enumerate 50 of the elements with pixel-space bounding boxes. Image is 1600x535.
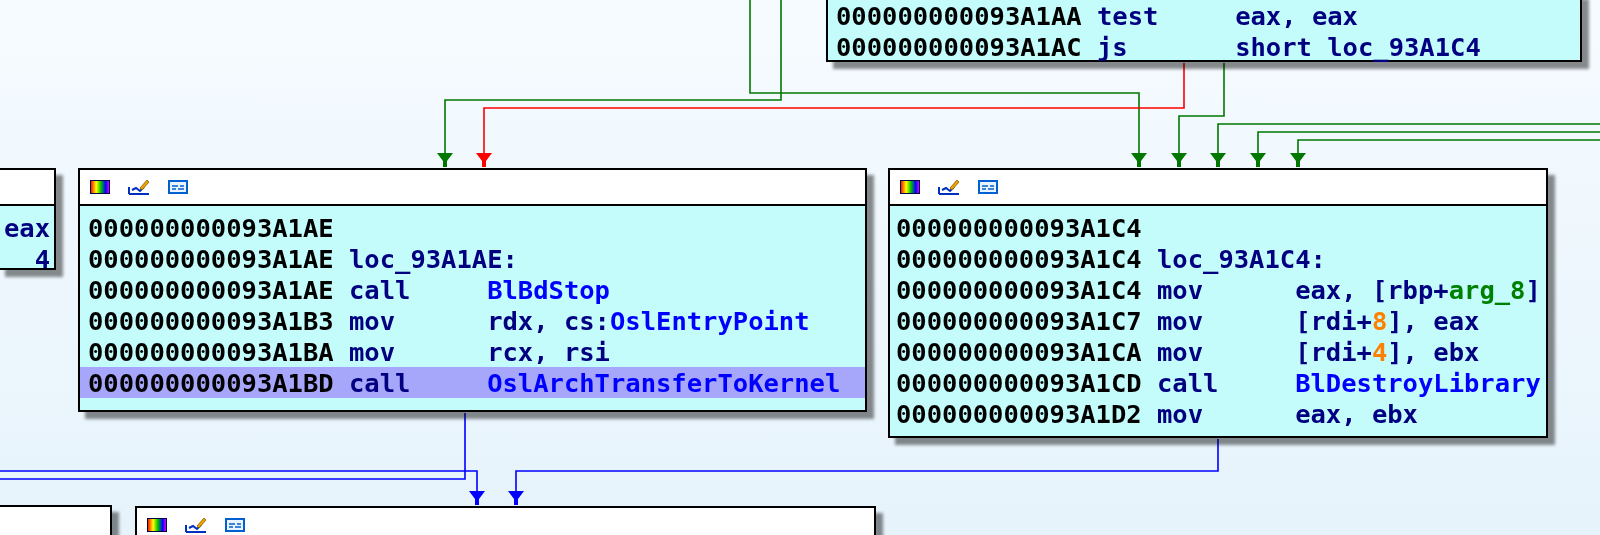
- palette-icon[interactable]: [147, 518, 167, 532]
- pencil-chart-icon[interactable]: [938, 179, 960, 195]
- address-text: 000000000093A1AE: [88, 212, 335, 243]
- palette-icon[interactable]: [90, 180, 110, 194]
- operand-text: OslArchTransferToKernel: [487, 367, 841, 398]
- instruction-mnemonic: mov: [1157, 336, 1205, 367]
- window-icon[interactable]: [225, 518, 245, 532]
- address-text: 000000000093A1C4: [896, 243, 1143, 274]
- operand-text: short loc_93A1C4: [1235, 31, 1481, 62]
- pencil-chart-icon[interactable]: [128, 179, 150, 195]
- instruction-mnemonic: test: [1097, 0, 1160, 31]
- label-text: loc_93A1AE:: [349, 243, 518, 274]
- palette-icon[interactable]: [900, 180, 920, 194]
- instruction-mnemonic: mov: [1157, 305, 1205, 336]
- address-text: 000000000093A1CD: [896, 367, 1143, 398]
- address-text: 000000000093A1AE: [88, 243, 335, 274]
- operand-text: BlDestroyLibrary: [1295, 367, 1541, 398]
- instruction-mnemonic: mov: [349, 336, 397, 367]
- operand-text: eax, [rbp+arg_8]: [1295, 274, 1541, 305]
- address-text: 000000000093A1CA: [896, 336, 1143, 367]
- operand-text: BlBdStop: [487, 274, 610, 305]
- instruction-mnemonic: call: [349, 367, 412, 398]
- instruction-mnemonic: call: [1157, 367, 1220, 398]
- address-text: 000000000093A1D2: [896, 398, 1143, 429]
- window-icon[interactable]: [168, 180, 188, 194]
- address-text: 000000000093A1AA: [836, 0, 1083, 31]
- operand-text: eax: [3, 212, 50, 243]
- address-text: 000000000093A1B3: [88, 305, 335, 336]
- address-text: 000000000093A1C7: [896, 305, 1143, 336]
- operand-text: rcx, rsi: [487, 336, 610, 367]
- operand-text: eax, ebx: [1295, 398, 1418, 429]
- instruction-mnemonic: mov: [1157, 274, 1205, 305]
- operand-text: [rdi+8], eax: [1295, 305, 1480, 336]
- operand-text: [rdi+4], ebx: [1295, 336, 1480, 367]
- instruction-mnemonic: js: [1097, 31, 1129, 62]
- address-text: 000000000093A1C4: [896, 212, 1143, 243]
- instruction-mnemonic: call: [349, 274, 412, 305]
- address-text: 000000000093A1BD: [88, 367, 335, 398]
- operand-text: rdx, cs:OslEntryPoint: [487, 305, 810, 336]
- address-text: 000000000093A1C4: [896, 274, 1143, 305]
- operand-text: eax, eax: [1235, 0, 1358, 31]
- pencil-chart-icon[interactable]: [185, 517, 207, 533]
- label-text: loc_93A1C4:: [1157, 243, 1326, 274]
- window-icon[interactable]: [978, 180, 998, 194]
- address-text: 000000000093A1AE: [88, 274, 335, 305]
- address-text: 000000000093A1BA: [88, 336, 335, 367]
- instruction-mnemonic: mov: [349, 305, 397, 336]
- instruction-mnemonic: mov: [1157, 398, 1205, 429]
- operand-text: 4: [34, 243, 50, 274]
- address-text: 000000000093A1AC: [836, 31, 1083, 62]
